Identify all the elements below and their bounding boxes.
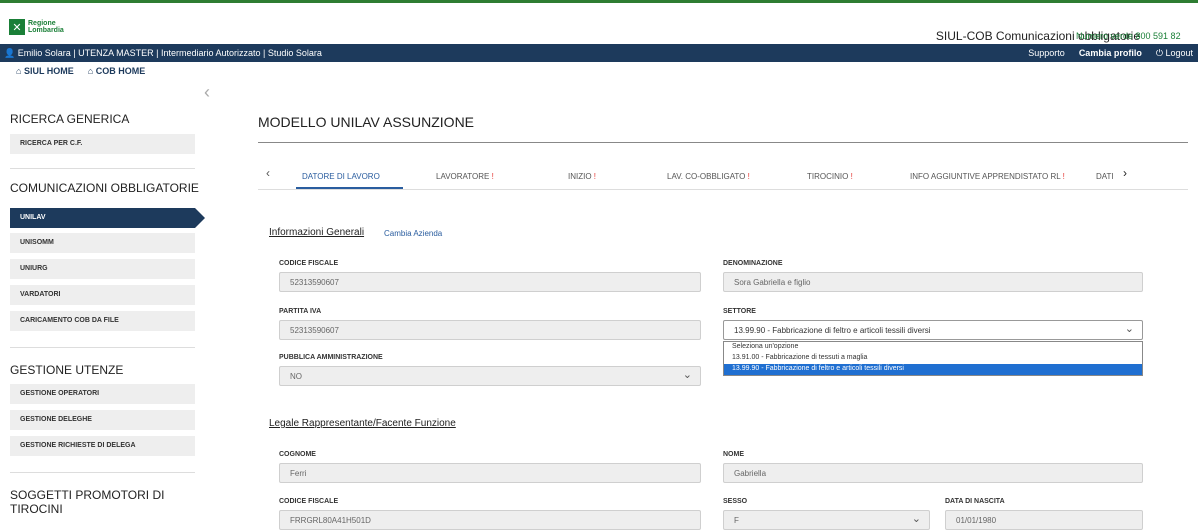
logo-icon: ✕ [9,19,25,35]
sidebar-item-gestione-operatori[interactable]: GESTIONE OPERATORI [10,384,195,404]
codice-fiscale-legale-field[interactable]: FRRGRL80A41H501D [279,510,701,530]
tab-bar: ‹ DATORE DI LAVORO LAVORATORE ! INIZIO !… [258,160,1188,189]
cob-home-link[interactable]: ⌂ COB HOME [88,66,145,76]
page-title: MODELLO UNILAV ASSUNZIONE [258,114,475,130]
denominazione-field[interactable]: Sora Gabriella e figlio [723,272,1143,292]
logo-line-1: Regione [28,20,56,27]
numero-verde: Numero verde 800 591 82 [1076,31,1181,41]
sesso-select[interactable]: F [723,510,930,530]
denominazione-label: DENOMINAZIONE [723,260,783,267]
sidebar-item-uniurg[interactable]: UNIURG [10,259,195,279]
home-icon: ⌂ [87,66,94,76]
data-nascita-field[interactable]: 01/01/1980 [945,510,1143,530]
tab-lavoratore[interactable]: LAVORATORE ! [436,172,494,181]
supporto-link[interactable]: Supporto [1028,48,1065,59]
tabs-divider [258,189,1188,190]
tab-label: INIZIO [568,172,592,181]
settore-option[interactable]: 13.91.00 - Fabbricazione di tessuti a ma… [724,353,1142,364]
tab-inizio[interactable]: INIZIO ! [568,172,596,181]
cob-home-label: COB HOME [95,66,146,76]
siul-home-link[interactable]: ⌂ SIUL HOME [16,66,74,76]
cambia-profilo-link[interactable]: Cambia profilo [1079,48,1142,59]
soggetti-title-line-2: TIROCINI [10,502,63,516]
sesso-label: SESSO [723,498,748,505]
regione-lombardia-logo[interactable]: ✕ Regione Lombardia [9,19,73,35]
settore-select[interactable]: 13.99.90 - Fabbricazione di feltro e art… [723,320,1143,340]
cognome-label: COGNOME [279,451,316,458]
divider [10,347,195,348]
title-divider [258,142,1188,143]
user-icon: 👤 [4,48,16,58]
codice-fiscale-label: CODICE FISCALE [279,260,339,267]
top-header: ✕ Regione Lombardia SIUL-COB Comunicazio… [0,0,1198,44]
tab-label: LAV. CO-OBBLIGATO [667,172,746,181]
cambia-azienda-link[interactable]: Cambia Azienda [384,229,442,238]
legale-rappresentante-heading: Legale Rappresentante/Facente Funzione [269,418,456,429]
soggetti-promotori-title: SOGGETTI PROMOTORI DI TIROCINI [10,488,164,516]
tab-lav-co-obbligato[interactable]: LAV. CO-OBBLIGATO ! [667,172,750,181]
sidebar-item-unilav[interactable]: UNILAV [10,208,205,228]
sidebar-item-caricamento[interactable]: CARICAMENTO COB DA FILE [10,311,195,331]
settore-option-selected[interactable]: 13.99.90 - Fabbricazione di feltro e art… [724,364,1142,375]
logo-text: Regione Lombardia [28,20,64,34]
soggetti-title-line-1: SOGGETTI PROMOTORI DI [10,488,165,502]
user-info: 👤 Emilio Solara | UTENZA MASTER | Interm… [4,48,322,59]
settore-dropdown: Seleziona un'opzione 13.91.00 - Fabbrica… [723,341,1143,376]
pubblica-amministrazione-select[interactable]: NO [279,366,701,386]
sidebar-item-vardatori[interactable]: VARDATORI [10,285,195,305]
data-nascita-label: DATA DI NASCITA [945,498,1005,505]
warning-mark: ! [1062,172,1065,181]
ricerca-generica-title: RICERCA GENERICA [10,112,130,126]
tab-label: TIROCINIO [807,172,849,181]
codice-fiscale-field[interactable]: 52313590607 [279,272,701,292]
sidebar-item-unisomm[interactable]: UNISOMM [10,233,195,253]
warning-mark: ! [491,172,494,181]
tab-label: DATI [1096,172,1114,181]
power-icon: ⏻ [1155,48,1163,58]
tab-tirocinio[interactable]: TIROCINIO ! [807,172,853,181]
codice-fiscale-legale-label: CODICE FISCALE [279,498,339,505]
tab-prev-icon[interactable]: ‹ [266,166,270,180]
settore-option[interactable]: Seleziona un'opzione [724,342,1142,353]
logout-label: Logout [1165,48,1193,58]
user-bar: 👤 Emilio Solara | UTENZA MASTER | Interm… [0,44,1198,62]
pubblica-amministrazione-label: PUBBLICA AMMINISTRAZIONE [279,354,383,361]
warning-mark: ! [747,172,750,181]
siul-home-label: SIUL HOME [23,66,74,76]
tab-next-icon[interactable]: › [1123,166,1127,180]
tab-label: DATORE DI LAVORO [302,172,380,181]
sidebar-item-gestione-deleghe[interactable]: GESTIONE DELEGHE [10,410,195,430]
home-icon: ⌂ [16,66,22,76]
user-info-text: Emilio Solara | UTENZA MASTER | Intermed… [17,48,322,58]
sidebar-item-ricerca-cf[interactable]: RICERCA PER C.F. [10,134,195,154]
tab-info-apprendistato[interactable]: INFO AGGIUNTIVE APPRENDISTATO RL ! [910,172,1065,181]
tab-dati[interactable]: DATI [1096,172,1114,181]
tab-datore-di-lavoro[interactable]: DATORE DI LAVORO [302,172,380,181]
tab-label: LAVORATORE [436,172,490,181]
logo-line-2: Lombardia [28,27,64,34]
warning-mark: ! [850,172,853,181]
comunicazioni-title: COMUNICAZIONI OBBLIGATORIE [10,181,199,195]
partita-iva-label: PARTITA IVA [279,308,322,315]
warning-mark: ! [593,172,597,181]
sidebar-item-gestione-richieste[interactable]: GESTIONE RICHIESTE DI DELEGA [10,436,195,456]
gestione-utenze-title: GESTIONE UTENZE [10,363,124,377]
collapse-sidebar-icon[interactable]: ‹ [204,82,210,103]
nome-label: NOME [723,451,744,458]
home-links: ⌂ SIUL HOME ⌂ COB HOME [16,66,145,76]
info-generali-heading: Informazioni Generali [269,227,365,238]
tab-label: INFO AGGIUNTIVE APPRENDISTATO RL [910,172,1061,181]
nome-field[interactable]: Gabriella [723,463,1143,483]
cognome-field[interactable]: Ferri [279,463,701,483]
logout-link[interactable]: ⏻ Logout [1156,48,1193,59]
divider [10,472,195,473]
divider [10,168,195,169]
settore-label: SETTORE [723,308,756,315]
partita-iva-field[interactable]: 52313590607 [279,320,701,340]
